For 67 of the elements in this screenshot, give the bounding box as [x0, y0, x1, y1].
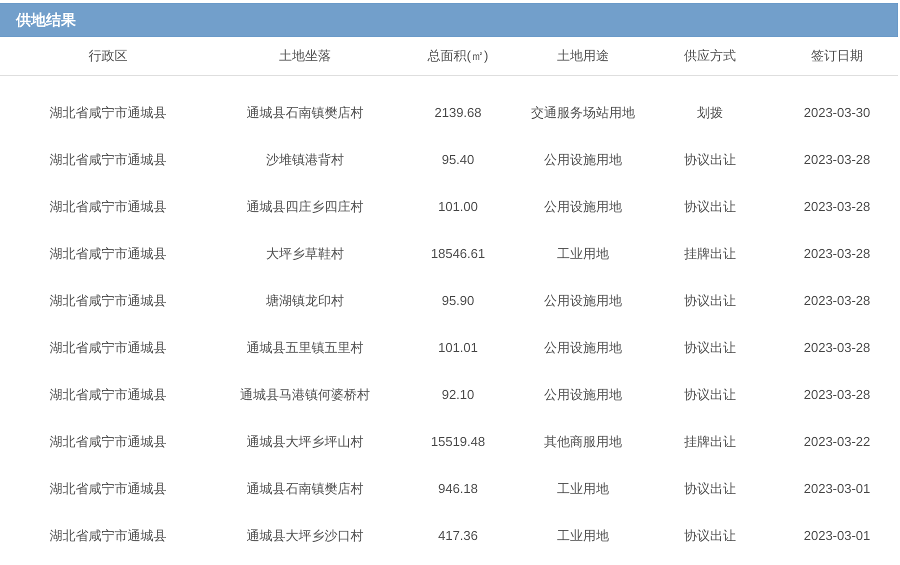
table-cell: 工业用地: [557, 244, 609, 262]
table-cell: 101.01: [438, 340, 478, 355]
table-cell: 公用设施用地: [544, 198, 622, 216]
table-cell: 湖北省咸宁市通城县: [50, 338, 166, 356]
table-cell: 通城县大坪乡坪山村: [246, 432, 364, 450]
table-cell: 湖北省咸宁市通城县: [50, 386, 166, 404]
table-cell: 其他商服用地: [544, 432, 622, 450]
table-cell: 946.18: [438, 481, 478, 496]
table-cell: 2023-03-28: [804, 387, 870, 402]
table-cell: 2139.68: [434, 105, 482, 120]
table-cell: 协议出让: [684, 480, 736, 498]
table-cell: 通城县石南镇樊店村: [246, 480, 364, 498]
column-header: 供应方式: [684, 47, 736, 65]
table-cell: 公用设施用地: [544, 338, 622, 356]
table-cell: 塘湖镇龙印村: [266, 292, 344, 310]
table-cell: 101.00: [438, 199, 478, 214]
table-cell: 2023-03-01: [804, 528, 870, 543]
table-cell: 2023-03-28: [804, 246, 870, 261]
table-cell: 2023-03-28: [804, 293, 870, 308]
table-cell: 95.40: [442, 152, 474, 167]
column-header: 土地用途: [557, 47, 609, 65]
table-cell: 公用设施用地: [544, 386, 622, 404]
table-cell: 通城县大坪乡沙口村: [246, 526, 364, 544]
table-cell: 92.10: [442, 387, 474, 402]
table-cell: 15519.48: [430, 434, 486, 449]
table-cell: 湖北省咸宁市通城县: [50, 526, 166, 544]
table-cell: 湖北省咸宁市通城县: [50, 432, 166, 450]
table-cell: 2023-03-30: [804, 105, 870, 120]
panel-title: 供地结果: [16, 10, 76, 30]
table-cell: 协议出让: [684, 526, 736, 544]
table-cell: 通城县马港镇何婆桥村: [240, 386, 370, 404]
table-cell: 沙堆镇港背村: [266, 150, 344, 168]
column-header: 总面积(㎡): [428, 47, 488, 65]
table-cell: 协议出让: [684, 338, 736, 356]
table-cell: 2023-03-28: [804, 199, 870, 214]
table-cell: 2023-03-01: [804, 481, 870, 496]
table-cell: 2023-03-28: [804, 340, 870, 355]
table-cell: 湖北省咸宁市通城县: [50, 292, 166, 310]
table-cell: 协议出让: [684, 386, 736, 404]
table-cell: 湖北省咸宁市通城县: [50, 244, 166, 262]
table-cell: 417.36: [438, 528, 478, 543]
table-cell: 2023-03-22: [804, 434, 870, 449]
table-cell: 大坪乡草鞋村: [266, 244, 344, 262]
table-cell: 工业用地: [557, 526, 609, 544]
table-cell: 通城县石南镇樊店村: [246, 104, 364, 122]
column-header: 行政区: [88, 47, 128, 65]
table-cell: 协议出让: [684, 198, 736, 216]
table-cell: 湖北省咸宁市通城县: [50, 104, 166, 122]
table-cell: 18546.61: [430, 246, 486, 261]
table-cell: 协议出让: [684, 150, 736, 168]
table-cell: 湖北省咸宁市通城县: [50, 150, 166, 168]
table-cell: 公用设施用地: [544, 292, 622, 310]
table-cell: 通城县五里镇五里村: [246, 338, 364, 356]
column-header: 土地坐落: [279, 47, 331, 65]
table-cell: 湖北省咸宁市通城县: [50, 198, 166, 216]
table-cell: 协议出让: [684, 292, 736, 310]
table-cell: 2023-03-28: [804, 152, 870, 167]
table-cell: 挂牌出让: [684, 432, 736, 450]
table-cell: 工业用地: [557, 480, 609, 498]
table-cell: 公用设施用地: [544, 150, 622, 168]
table-cell: 交通服务场站用地: [531, 104, 635, 122]
table-cell: 划拨: [697, 104, 723, 122]
table-cell: 95.90: [442, 293, 474, 308]
table-cell: 湖北省咸宁市通城县: [50, 480, 166, 498]
column-header: 签订日期: [811, 47, 863, 65]
table-cell: 通城县四庄乡四庄村: [246, 198, 364, 216]
table-cell: 挂牌出让: [684, 244, 736, 262]
